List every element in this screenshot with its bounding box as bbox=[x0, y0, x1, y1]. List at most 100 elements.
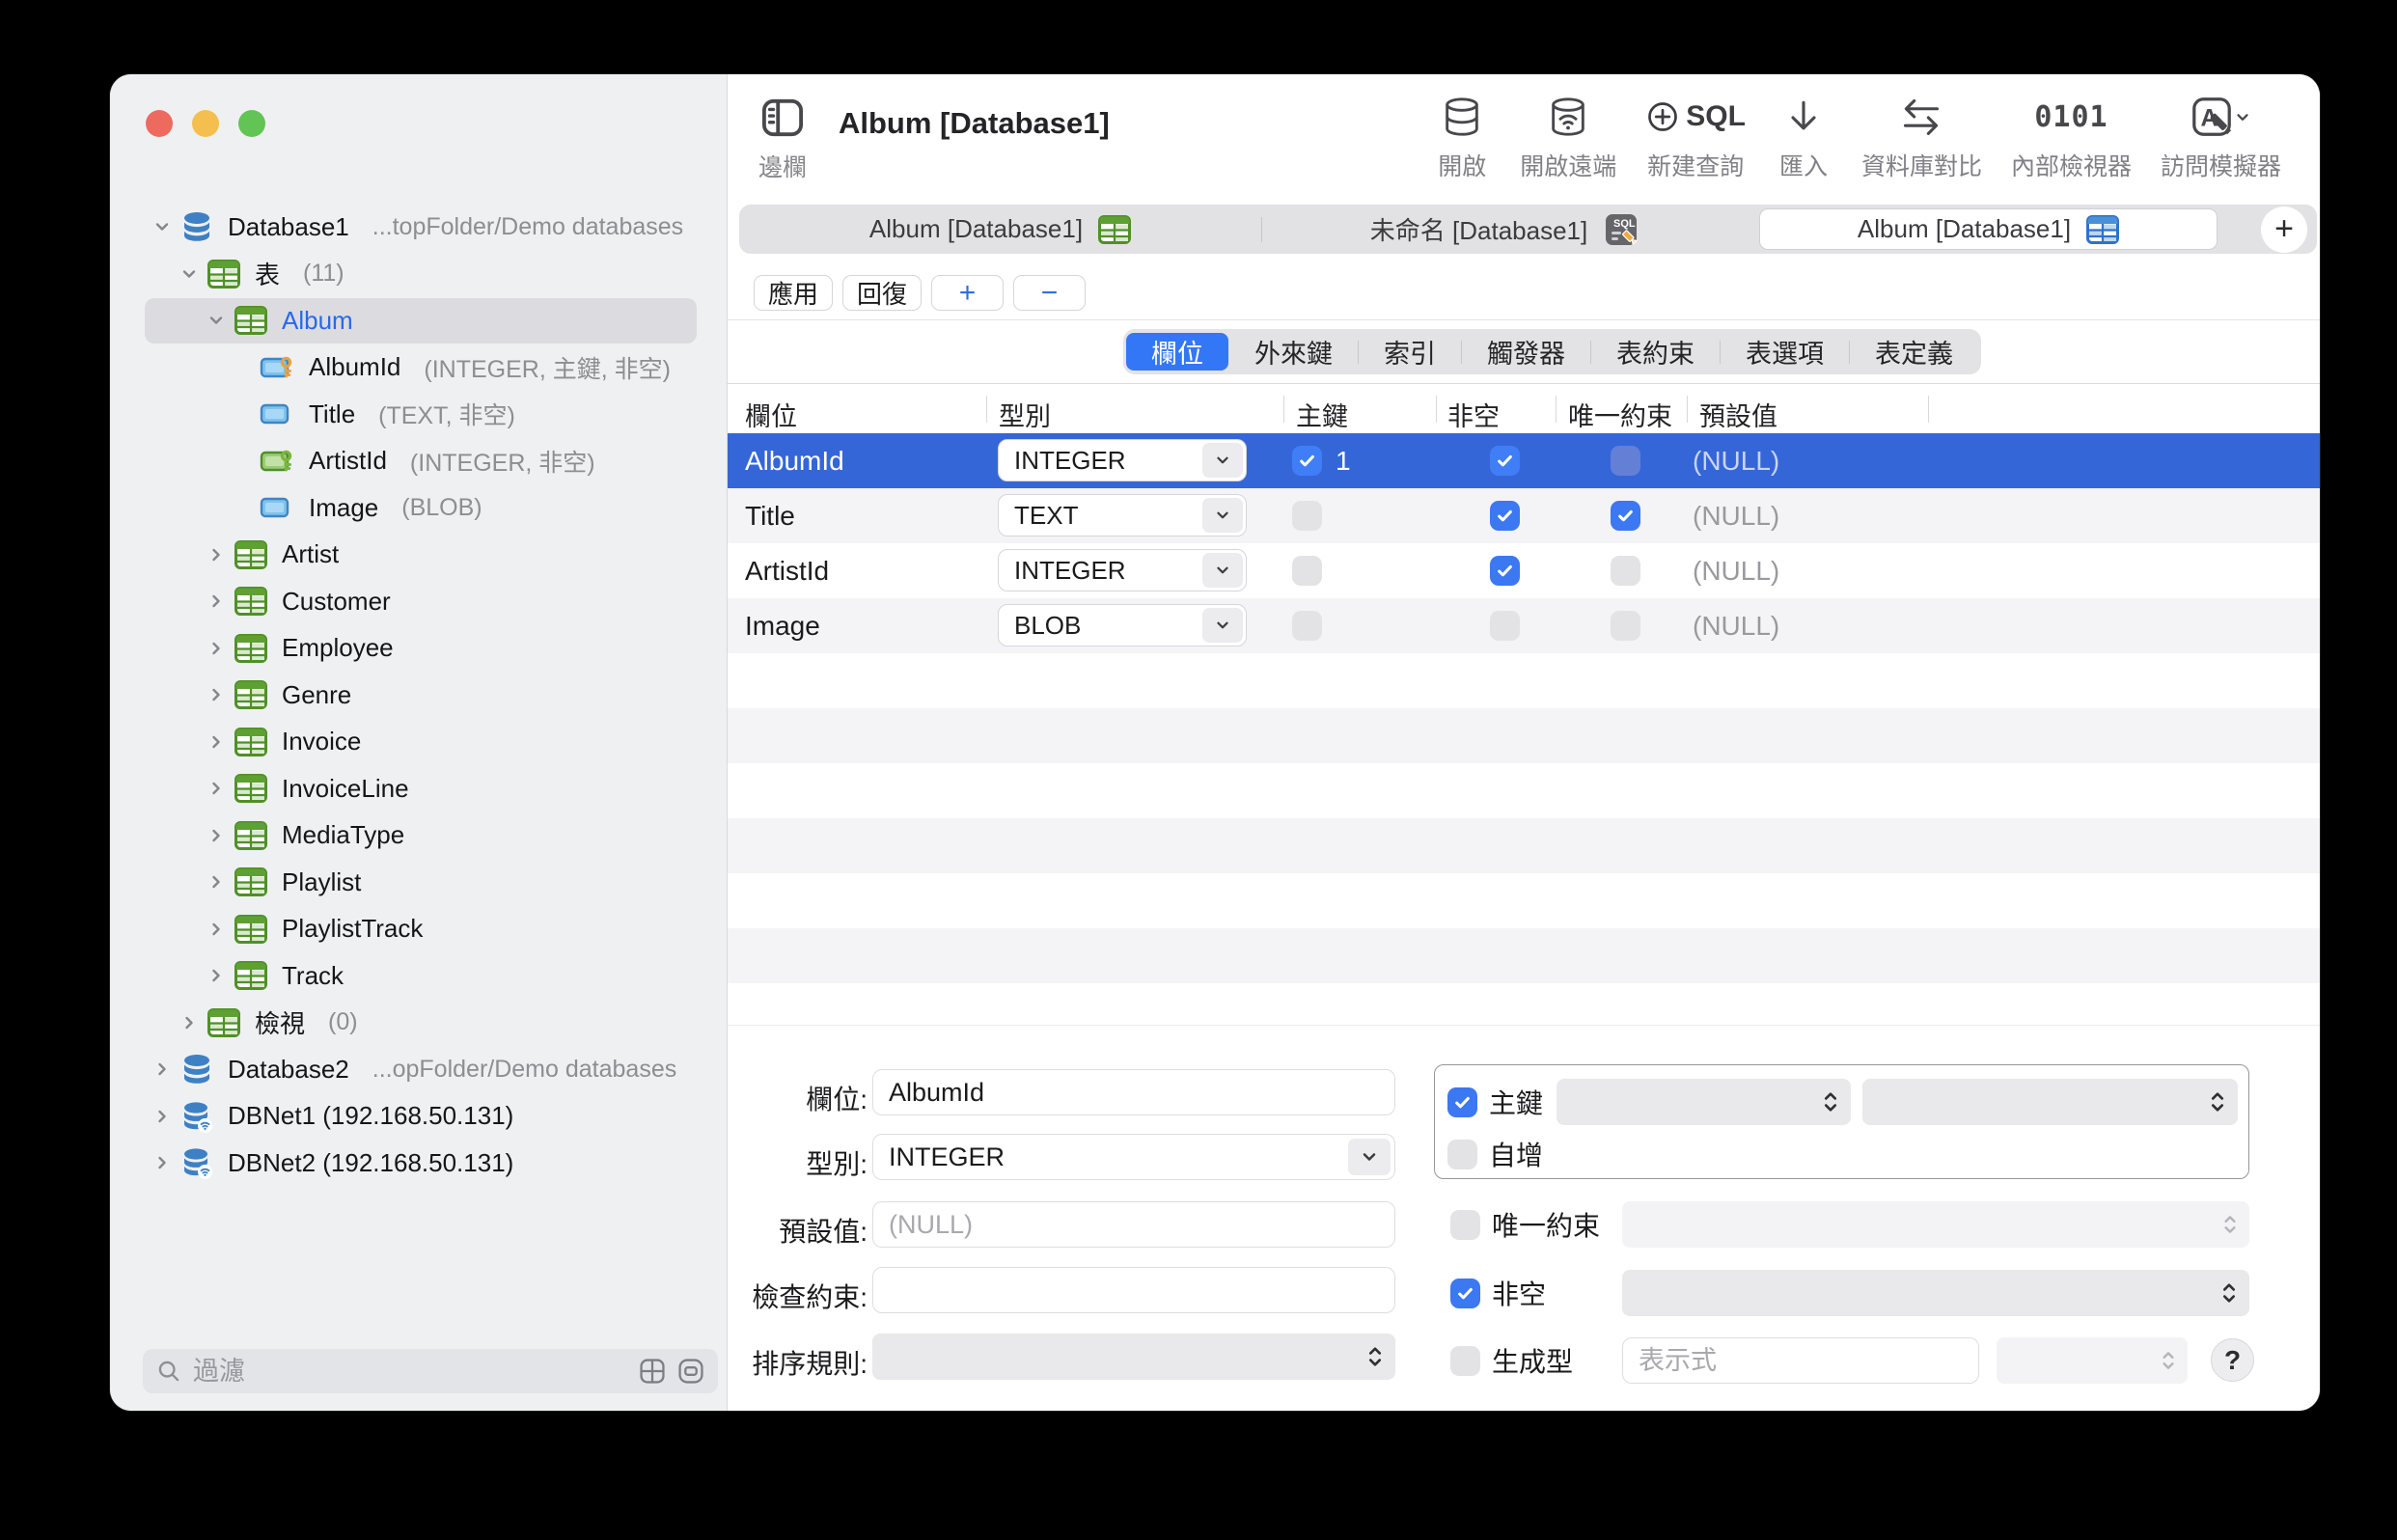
autoincrement-checkbox[interactable] bbox=[1447, 1139, 1477, 1169]
segment-表約束[interactable]: 表約束 bbox=[1591, 333, 1720, 371]
zoom-button[interactable] bbox=[238, 110, 265, 137]
segment-外來鍵[interactable]: 外來鍵 bbox=[1229, 333, 1358, 371]
unique-conflict-popup[interactable] bbox=[1622, 1201, 2249, 1248]
tree-item-playlisttrack[interactable]: PlaylistTrack bbox=[110, 906, 723, 953]
panel-view-icon[interactable] bbox=[677, 1358, 704, 1385]
segment-表定義[interactable]: 表定義 bbox=[1850, 333, 1978, 371]
chevron-right-icon[interactable] bbox=[201, 779, 232, 798]
pk-order-popup[interactable] bbox=[1557, 1079, 1852, 1125]
field-type-dropdown[interactable]: INTEGER bbox=[872, 1134, 1395, 1180]
chevron-right-icon[interactable] bbox=[201, 966, 232, 985]
notnull-conflict-popup[interactable] bbox=[1622, 1270, 2249, 1316]
tree-item-title[interactable]: Title (TEXT, 非空) bbox=[110, 391, 723, 438]
notnull-checkbox[interactable] bbox=[1450, 1278, 1480, 1308]
column-type-dropdown[interactable]: BLOB bbox=[998, 604, 1247, 646]
pk-conflict-popup[interactable] bbox=[1862, 1079, 2238, 1125]
notnull-checkbox[interactable] bbox=[1490, 556, 1520, 586]
tree-item-database1[interactable]: Database1 ...topFolder/Demo databases bbox=[110, 204, 723, 251]
help-button[interactable]: ? bbox=[2211, 1338, 2254, 1382]
chevron-right-icon[interactable] bbox=[174, 1013, 205, 1032]
default-value-input[interactable] bbox=[872, 1201, 1395, 1248]
unique-checkbox[interactable] bbox=[1611, 501, 1640, 531]
close-button[interactable] bbox=[146, 110, 173, 137]
tree-item-track[interactable]: Track bbox=[110, 952, 723, 1000]
primary-key-checkbox[interactable] bbox=[1447, 1086, 1477, 1117]
notnull-checkbox[interactable] bbox=[1490, 501, 1520, 531]
grid-view-icon[interactable] bbox=[639, 1358, 666, 1385]
toolbar-button-simulator-access[interactable]: A 訪問模擬器 bbox=[2161, 88, 2281, 182]
notnull-checkbox[interactable] bbox=[1490, 611, 1520, 641]
generated-type-popup[interactable] bbox=[1997, 1337, 2188, 1384]
segment-觸發器[interactable]: 觸發器 bbox=[1462, 333, 1590, 371]
unique-checkbox[interactable] bbox=[1611, 611, 1640, 641]
tree-item-album[interactable]: Album bbox=[110, 297, 723, 344]
chevron-right-icon[interactable] bbox=[201, 545, 232, 564]
toolbar-button-new-query[interactable]: SQL 新建查詢 bbox=[1645, 88, 1746, 182]
chevron-right-icon[interactable] bbox=[201, 872, 232, 892]
sidebar-toggle-button[interactable]: 邊欄 bbox=[749, 97, 816, 183]
unique-checkbox[interactable] bbox=[1611, 556, 1640, 586]
tree-item-genre[interactable]: Genre bbox=[110, 672, 723, 719]
toolbar-button-open-remote-database[interactable]: 開啟遠端 bbox=[1520, 88, 1616, 182]
column-row-AlbumId[interactable]: AlbumId INTEGER 1 (NULL) bbox=[728, 433, 2320, 488]
primary-key-checkbox[interactable] bbox=[1292, 611, 1322, 641]
tree-item-dbnet1-192-168-50-131-[interactable]: DBNet1 (192.168.50.131) bbox=[110, 1093, 723, 1141]
tree-item-artist[interactable]: Artist bbox=[110, 532, 723, 579]
tree-item-playlist[interactable]: Playlist bbox=[110, 859, 723, 906]
tree-item-artistid[interactable]: ArtistId (INTEGER, 非空) bbox=[110, 438, 723, 485]
tree-item-檢視[interactable]: 檢視 (0) bbox=[110, 1000, 723, 1047]
chevron-right-icon[interactable] bbox=[201, 685, 232, 704]
field-name-input[interactable] bbox=[872, 1069, 1395, 1115]
tree-item-albumid[interactable]: AlbumId (INTEGER, 主鍵, 非空) bbox=[110, 344, 723, 392]
add-column-button[interactable]: + bbox=[931, 275, 1005, 311]
expression-input[interactable] bbox=[1622, 1337, 1979, 1384]
generated-checkbox[interactable] bbox=[1450, 1345, 1480, 1376]
tree-item-mediatype[interactable]: MediaType bbox=[110, 812, 723, 860]
chevron-right-icon[interactable] bbox=[147, 1153, 178, 1172]
chevron-right-icon[interactable] bbox=[201, 732, 232, 752]
tree-item-image[interactable]: Image (BLOB) bbox=[110, 484, 723, 532]
toolbar-button-database-compare[interactable]: 資料庫對比 bbox=[1861, 88, 1982, 182]
toolbar-button-hex-viewer[interactable]: 0101 內部檢視器 bbox=[2011, 88, 2132, 182]
unique-checkbox[interactable] bbox=[1450, 1209, 1480, 1240]
tab-1[interactable]: Album [Database1] bbox=[739, 205, 1261, 254]
filter-input[interactable] bbox=[191, 1355, 627, 1388]
tab-2[interactable]: 未命名 [Database1] SQL bbox=[1262, 205, 1748, 254]
segment-索引[interactable]: 索引 bbox=[1359, 333, 1461, 371]
unique-checkbox[interactable] bbox=[1611, 446, 1640, 476]
column-row-Title[interactable]: Title TEXT (NULL) bbox=[728, 488, 2320, 543]
segment-表選項[interactable]: 表選項 bbox=[1721, 333, 1849, 371]
tree-item-database2[interactable]: Database2 ...opFolder/Demo databases bbox=[110, 1046, 723, 1093]
column-type-dropdown[interactable]: INTEGER bbox=[998, 549, 1247, 591]
chevron-right-icon[interactable] bbox=[201, 920, 232, 939]
chevron-right-icon[interactable] bbox=[147, 1107, 178, 1126]
chevron-down-icon[interactable] bbox=[174, 264, 205, 284]
check-constraint-input[interactable] bbox=[872, 1267, 1395, 1313]
chevron-right-icon[interactable] bbox=[201, 639, 232, 658]
remove-column-button[interactable]: − bbox=[1013, 275, 1087, 311]
primary-key-checkbox[interactable] bbox=[1292, 446, 1322, 476]
notnull-checkbox[interactable] bbox=[1490, 446, 1520, 476]
chevron-down-icon[interactable] bbox=[147, 217, 178, 236]
column-type-dropdown[interactable]: INTEGER bbox=[998, 439, 1247, 481]
chevron-right-icon[interactable] bbox=[201, 591, 232, 611]
tree-item-invoiceline[interactable]: InvoiceLine bbox=[110, 765, 723, 812]
tree-item-表[interactable]: 表 (11) bbox=[110, 251, 723, 298]
tree-item-dbnet2-192-168-50-131-[interactable]: DBNet2 (192.168.50.131) bbox=[110, 1140, 723, 1187]
revert-button[interactable]: 回復 bbox=[842, 275, 923, 311]
tree-item-customer[interactable]: Customer bbox=[110, 578, 723, 625]
apply-button[interactable]: 應用 bbox=[754, 275, 834, 311]
primary-key-checkbox[interactable] bbox=[1292, 501, 1322, 531]
chevron-right-icon[interactable] bbox=[147, 1059, 178, 1079]
primary-key-checkbox[interactable] bbox=[1292, 556, 1322, 586]
chevron-down-icon[interactable] bbox=[201, 311, 232, 330]
tab-3-active[interactable]: Album [Database1] bbox=[1759, 208, 2218, 250]
segment-欄位[interactable]: 欄位 bbox=[1126, 333, 1228, 371]
tree-item-invoice[interactable]: Invoice bbox=[110, 719, 723, 766]
column-row-Image[interactable]: Image BLOB (NULL) bbox=[728, 598, 2320, 653]
collation-popup[interactable] bbox=[872, 1334, 1395, 1380]
column-type-dropdown[interactable]: TEXT bbox=[998, 494, 1247, 536]
minimize-button[interactable] bbox=[192, 110, 219, 137]
toolbar-button-import[interactable]: 匯入 bbox=[1775, 88, 1832, 182]
toolbar-button-open-database[interactable]: 開啟 bbox=[1433, 88, 1491, 182]
